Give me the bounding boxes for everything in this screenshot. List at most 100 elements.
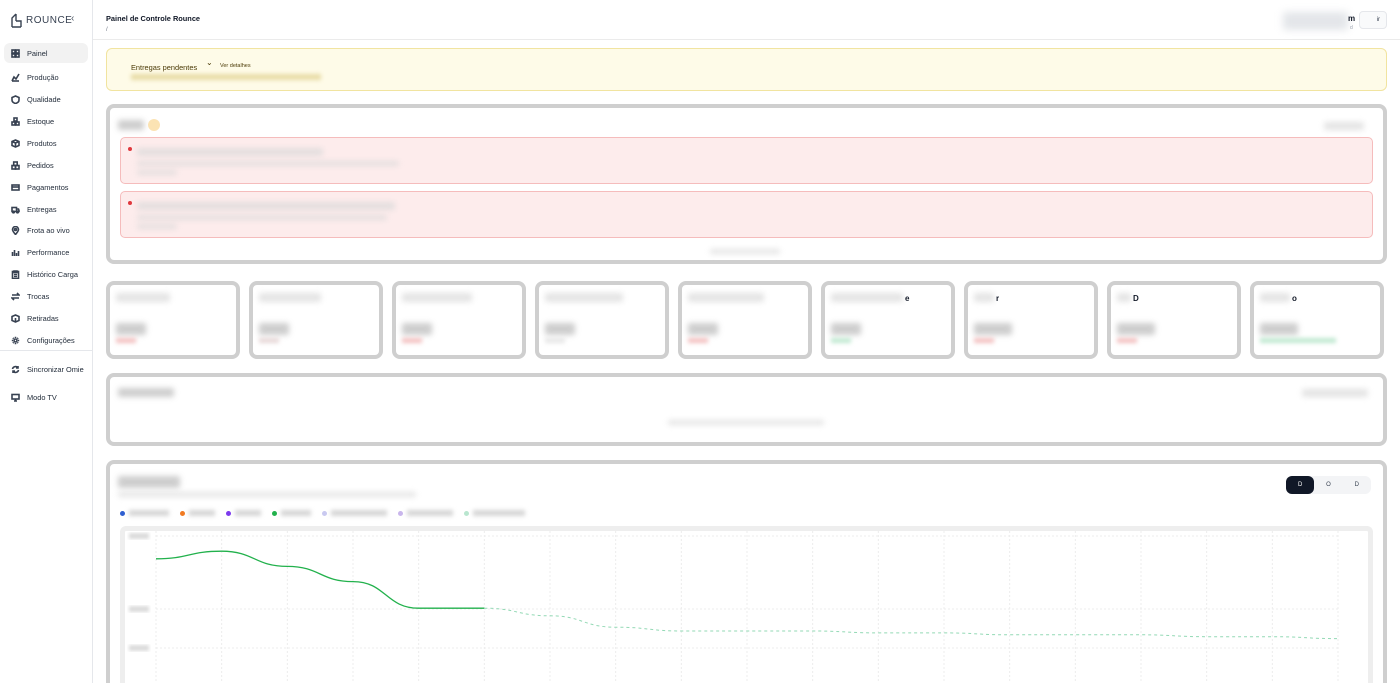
kpi-card[interactable]: D (1107, 281, 1241, 359)
y-tick-label-redacted (129, 533, 149, 539)
series-line[interactable] (155, 550, 485, 609)
sidebar-item-label: Qualidade (27, 94, 61, 104)
chart-subtitle-redacted (118, 492, 416, 497)
truck-icon (11, 205, 20, 214)
alerts-action-redacted[interactable] (1324, 122, 1364, 130)
kpi-value-redacted (974, 323, 1012, 335)
pin-icon (11, 225, 20, 235)
legend-item[interactable] (226, 510, 261, 516)
sidebar-item-label: Sincronizar Omie (27, 364, 84, 374)
sidebar-item-entregas[interactable]: Entregas (4, 199, 88, 219)
kpi-value-redacted (402, 323, 432, 335)
kpi-card[interactable] (106, 281, 240, 359)
sidebar-item-frota-ao-vivo[interactable]: Frota ao vivo (4, 220, 88, 240)
kpi-card[interactable]: r (964, 281, 1098, 359)
kpi-value-redacted (831, 323, 861, 335)
kpi-card[interactable] (249, 281, 383, 359)
brand[interactable]: ROUNCE (10, 11, 72, 29)
y-tick-label-redacted (129, 645, 149, 651)
sidebar-item-producao[interactable]: Produção (4, 67, 88, 87)
kpi-label-redacted (402, 293, 472, 302)
chevron-down-icon[interactable]: ⌄ (206, 58, 213, 67)
user-name-redacted (1283, 12, 1348, 30)
sidebar-item-produtos[interactable]: Produtos (4, 133, 88, 153)
sidebar-item-historico-carga[interactable]: Histórico Carga (4, 264, 88, 284)
kpi-card[interactable] (392, 281, 526, 359)
chart-card: D O D (106, 460, 1387, 683)
legend-item[interactable] (398, 510, 453, 516)
sidebar-item-pagamentos[interactable]: Pagamentos (4, 177, 88, 197)
alerts-count-badge (148, 119, 160, 131)
alert-text-redacted (137, 161, 399, 166)
legend-swatch (464, 510, 469, 516)
legend-swatch (398, 510, 403, 516)
alert-dot-icon (128, 201, 132, 205)
dashboard-icon (11, 48, 20, 58)
sidebar-item-trocas[interactable]: Trocas (4, 286, 88, 306)
page-title: Painel de Controle Rounce (106, 14, 201, 23)
alerts-title-redacted (118, 120, 144, 130)
sidebar-divider (0, 350, 93, 351)
alerts-card (106, 104, 1387, 264)
legend-label-redacted (331, 510, 387, 516)
chart-title-redacted (118, 476, 180, 488)
sidebar-item-configuracoes[interactable]: Configurações (4, 330, 88, 350)
sidebar-item-label: Histórico Carga (27, 269, 78, 279)
sidebar-item-pedidos[interactable]: Pedidos (4, 155, 88, 175)
sidebar-item-painel[interactable]: Painel (4, 43, 88, 63)
kpi-card[interactable] (535, 281, 669, 359)
view-details-link[interactable]: Ver detalhes (220, 63, 251, 69)
breadcrumb[interactable]: / (106, 27, 108, 33)
sidebar-item-retiradas[interactable]: Retiradas (4, 308, 88, 328)
alert-item[interactable] (120, 191, 1373, 238)
kpi-card[interactable]: e (821, 281, 955, 359)
legend-item[interactable] (272, 510, 311, 516)
sidebar-item-sincronizar-omie[interactable]: Sincronizar Omie (4, 359, 88, 379)
legend-item[interactable] (120, 510, 169, 516)
logout-button[interactable]: ir (1359, 11, 1387, 29)
kpi-label-redacted (259, 293, 321, 302)
kpi-label: D (1133, 294, 1139, 303)
kpi-label-redacted (1260, 293, 1290, 302)
kpi-card[interactable] (678, 281, 812, 359)
alerts-footer-redacted[interactable] (710, 249, 780, 254)
kpi-value-redacted (688, 323, 718, 335)
legend-item[interactable] (180, 510, 215, 516)
sidebar-item-estoque[interactable]: Estoque (4, 111, 88, 131)
summary-action-redacted[interactable] (1302, 389, 1368, 397)
period-option[interactable]: O (1314, 476, 1342, 494)
sidebar-item-label: Estoque (27, 116, 55, 126)
legend-item[interactable] (464, 510, 525, 516)
period-toggle: D O D (1286, 476, 1371, 494)
bars-icon (11, 248, 20, 257)
kpi-value-redacted (259, 323, 289, 335)
sidebar-item-label: Painel (27, 48, 48, 58)
sidebar-item-qualidade[interactable]: Qualidade (4, 89, 88, 109)
sidebar-item-performance[interactable]: Performance (4, 242, 88, 262)
kpi-trend-redacted (688, 338, 708, 343)
alert-item[interactable] (120, 137, 1373, 184)
kpi-label-redacted (1117, 293, 1131, 302)
legend-label-redacted (189, 510, 215, 516)
sidebar-item-label: Retiradas (27, 313, 59, 323)
header: Painel de Controle Rounce / m d ir (93, 0, 1400, 40)
alert-text-redacted (137, 215, 387, 220)
sidebar-item-modo-tv[interactable]: Modo TV (4, 387, 88, 407)
brand-name: ROUNCE (26, 14, 73, 26)
kpi-trend-redacted (545, 338, 565, 343)
kpi-value-redacted (116, 323, 146, 335)
collapse-sidebar-icon[interactable]: ‹ (71, 13, 74, 24)
period-option[interactable]: D (1343, 476, 1371, 494)
sync-icon (11, 365, 20, 374)
line-chart (129, 531, 1339, 683)
legend-item[interactable] (322, 510, 387, 516)
period-option[interactable]: D (1286, 476, 1315, 494)
sidebar-item-label: Pagamentos (27, 182, 69, 192)
kpi-label: o (1292, 294, 1297, 303)
chart-legend (120, 510, 525, 516)
y-tick-label-redacted (129, 606, 149, 612)
kpi-card[interactable]: o (1250, 281, 1384, 359)
series-line[interactable] (484, 607, 1339, 640)
legend-label-redacted (407, 510, 453, 516)
pickup-icon (11, 313, 20, 323)
